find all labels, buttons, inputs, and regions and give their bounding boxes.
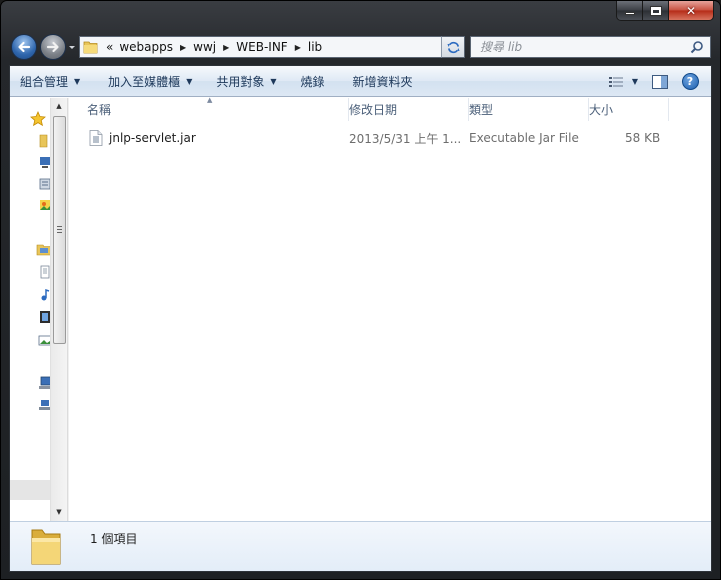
view-icon <box>608 76 623 87</box>
nav-selection-highlight <box>10 480 50 500</box>
folder-icon <box>31 529 61 565</box>
command-bar: 組合管理 ▼ 加入至媒體櫃 ▼ 共用對象 ▼ 燒錄 新增資料夾 ▼ ? <box>10 66 711 97</box>
search-box[interactable] <box>470 36 711 58</box>
new-folder-button[interactable]: 新增資料夾 <box>346 66 420 96</box>
file-name[interactable]: jnlp-servlet.jar <box>109 128 196 148</box>
back-button[interactable] <box>11 34 37 60</box>
details-pane: 1 個項目 <box>10 521 711 571</box>
toolbar-right: ▼ ? <box>601 66 705 97</box>
preview-pane-button[interactable] <box>645 71 675 93</box>
caption-buttons: ✕ <box>616 1 714 21</box>
refresh-icon <box>446 41 460 53</box>
file-date-modified: 2013/5/31 上午 1... <box>349 131 462 146</box>
search-icon[interactable] <box>690 40 704 54</box>
file-row[interactable]: jnlp-servlet.jar 2013/5/31 上午 1... Execu… <box>69 128 711 148</box>
chevron-down-icon: ▼ <box>74 76 81 86</box>
scroll-down-button[interactable]: ▼ <box>51 504 67 520</box>
recent-pages-dropdown[interactable] <box>67 41 77 53</box>
back-arrow-icon <box>18 41 31 53</box>
item-count: 1 個項目 <box>90 532 138 546</box>
column-header-size[interactable]: 大小 <box>589 98 669 121</box>
chevron-down-icon: ▼ <box>270 76 277 86</box>
navigation-scrollbar[interactable]: ▲ ▼ <box>50 98 67 521</box>
chevron-down-icon: ▼ <box>186 76 193 86</box>
chevron-up-icon: ▲ <box>56 102 62 110</box>
chevron-down-icon: ▼ <box>56 508 62 516</box>
include-in-library-menu[interactable]: 加入至媒體櫃 ▼ <box>101 66 199 96</box>
column-header-type[interactable]: 類型 <box>469 98 589 121</box>
scroll-thumb[interactable] <box>53 116 66 344</box>
breadcrumb-wwj[interactable]: wwj ▶ <box>190 37 233 57</box>
maximize-icon <box>649 5 662 16</box>
address-bar[interactable]: « webapps▶ wwj▶ WEB-INF▶ lib ▼ <box>79 36 464 58</box>
column-headers: 名稱 ▲ 修改日期 類型 大小 <box>69 96 711 121</box>
forward-button[interactable] <box>40 34 66 60</box>
chevron-right-icon[interactable]: ▶ <box>291 43 305 52</box>
chevron-right-icon[interactable]: ▶ <box>219 43 233 52</box>
burn-button[interactable]: 燒錄 <box>294 66 332 96</box>
organize-menu[interactable]: 組合管理 ▼ <box>10 66 87 96</box>
share-with-menu[interactable]: 共用對象 ▼ <box>209 66 283 96</box>
jar-file-icon <box>89 130 103 146</box>
minimize-icon <box>624 12 635 15</box>
folder-icon <box>83 41 98 54</box>
help-icon: ? <box>681 73 699 90</box>
breadcrumb-overflow[interactable]: « <box>103 37 116 57</box>
maximize-button[interactable] <box>643 1 669 21</box>
forward-arrow-icon <box>46 41 59 53</box>
change-view-button[interactable]: ▼ <box>601 71 645 93</box>
preview-pane-icon <box>652 74 668 89</box>
close-icon: ✕ <box>685 3 697 18</box>
breadcrumb-webapps[interactable]: webapps ▶ <box>116 37 190 57</box>
help-button[interactable]: ? <box>675 71 705 93</box>
search-input[interactable] <box>471 40 681 54</box>
chevron-right-icon[interactable]: ▶ <box>176 43 190 52</box>
file-size: 58 KB <box>625 131 661 145</box>
file-type: Executable Jar File <box>469 131 579 145</box>
file-list: 名稱 ▲ 修改日期 類型 大小 jnlp-servlet.jar 2013/5/3… <box>69 96 711 521</box>
chevron-down-icon: ▼ <box>631 77 639 86</box>
sort-ascending-icon: ▲ <box>207 96 213 104</box>
minimize-button[interactable] <box>616 1 643 21</box>
column-header-date-modified[interactable]: 修改日期 <box>349 98 469 121</box>
refresh-button[interactable] <box>441 36 465 58</box>
grip-icon <box>57 226 62 233</box>
explorer-window: ✕ « webapps▶ wwj▶ WEB-INF▶ lib ▼ 組合 <box>0 0 721 580</box>
client-area: 組合管理 ▼ 加入至媒體櫃 ▼ 共用對象 ▼ 燒錄 新增資料夾 ▼ ? ▲ ▼ … <box>9 65 712 572</box>
breadcrumb-web-inf[interactable]: WEB-INF ▶ <box>233 37 305 57</box>
favorites-star-icon[interactable] <box>30 111 46 127</box>
close-button[interactable]: ✕ <box>669 1 714 21</box>
breadcrumb-lib[interactable]: lib <box>305 37 325 57</box>
column-header-name[interactable]: 名稱 ▲ <box>69 96 349 121</box>
scroll-up-button[interactable]: ▲ <box>51 98 67 114</box>
